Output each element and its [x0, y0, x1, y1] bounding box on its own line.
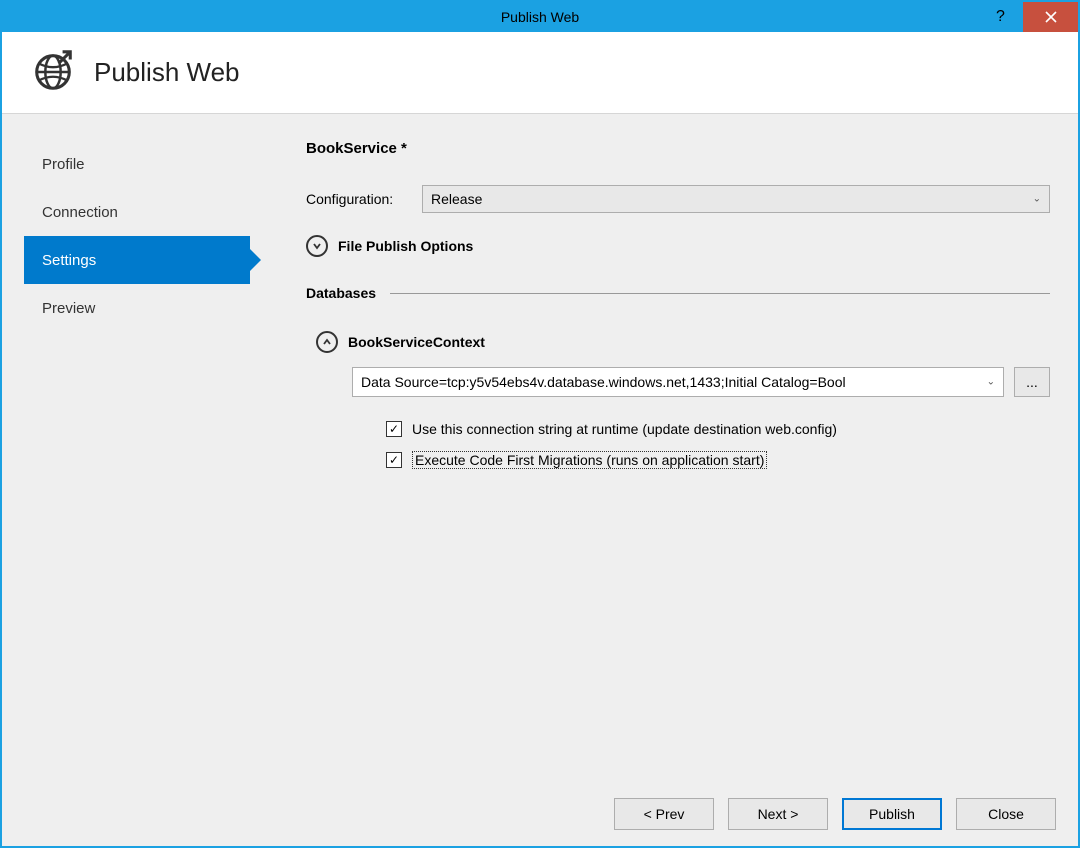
- use-conn-string-checkbox[interactable]: ✓: [386, 421, 402, 437]
- configuration-select[interactable]: Release ⌄: [422, 185, 1050, 213]
- prev-label: < Prev: [644, 806, 685, 822]
- execute-migrations-checkbox[interactable]: ✓: [386, 452, 402, 468]
- close-dialog-button[interactable]: Close: [956, 798, 1056, 830]
- configuration-value: Release: [431, 191, 482, 207]
- next-button[interactable]: Next >: [728, 798, 828, 830]
- chevron-up-icon: [316, 331, 338, 353]
- help-button[interactable]: ?: [978, 2, 1023, 32]
- titlebar: Publish Web ?: [2, 2, 1078, 32]
- execute-migrations-label: Execute Code First Migrations (runs on a…: [412, 451, 767, 469]
- use-conn-string-row: ✓ Use this connection string at runtime …: [316, 421, 1050, 437]
- sidebar-item-connection[interactable]: Connection: [24, 188, 236, 236]
- chevron-down-icon: ⌄: [987, 377, 995, 388]
- sidebar-item-preview[interactable]: Preview: [24, 284, 236, 332]
- sidebar-item-profile[interactable]: Profile: [24, 140, 236, 188]
- db-context-expander[interactable]: BookServiceContext: [316, 331, 1050, 353]
- publish-label: Publish: [869, 806, 915, 822]
- configuration-row: Configuration: Release ⌄: [306, 185, 1050, 213]
- sidebar-item-label: Connection: [42, 204, 118, 221]
- close-button[interactable]: [1023, 2, 1078, 32]
- ellipsis-icon: ...: [1026, 374, 1038, 390]
- dialog-body: Profile Connection Settings Preview Book…: [2, 114, 1078, 782]
- window-title: Publish Web: [501, 9, 579, 25]
- prev-button[interactable]: < Prev: [614, 798, 714, 830]
- execute-migrations-row: ✓ Execute Code First Migrations (runs on…: [316, 451, 1050, 469]
- databases-section-header: Databases: [306, 285, 1050, 301]
- configuration-label: Configuration:: [306, 191, 410, 207]
- next-label: Next >: [758, 806, 799, 822]
- header: Publish Web: [2, 32, 1078, 114]
- connection-string-row: Data Source=tcp:y5v54ebs4v.database.wind…: [316, 367, 1050, 397]
- use-conn-string-label: Use this connection string at runtime (u…: [412, 421, 837, 437]
- footer: < Prev Next > Publish Close: [2, 782, 1078, 846]
- sidebar-item-settings[interactable]: Settings: [24, 236, 250, 284]
- divider: [390, 293, 1050, 294]
- main-panel: BookService * Configuration: Release ⌄ F…: [236, 114, 1078, 782]
- chevron-down-icon: ⌄: [1033, 194, 1041, 205]
- globe-upload-icon: [30, 48, 76, 97]
- wizard-sidebar: Profile Connection Settings Preview: [2, 114, 236, 782]
- publish-web-dialog: Publish Web ? Publish Web Profile: [0, 0, 1080, 848]
- db-context-label: BookServiceContext: [348, 334, 485, 350]
- databases-title: Databases: [306, 285, 376, 301]
- connection-string-value: Data Source=tcp:y5v54ebs4v.database.wind…: [361, 374, 846, 390]
- titlebar-buttons: ?: [978, 2, 1078, 32]
- sidebar-item-label: Preview: [42, 300, 95, 317]
- file-publish-options-expander[interactable]: File Publish Options: [306, 235, 1050, 257]
- profile-name: BookService *: [306, 140, 1050, 157]
- publish-button[interactable]: Publish: [842, 798, 942, 830]
- file-publish-options-label: File Publish Options: [338, 238, 473, 254]
- sidebar-item-label: Settings: [42, 252, 96, 269]
- database-context-block: BookServiceContext Data Source=tcp:y5v54…: [306, 331, 1050, 483]
- close-icon: [1045, 11, 1057, 23]
- connection-string-combo[interactable]: Data Source=tcp:y5v54ebs4v.database.wind…: [352, 367, 1004, 397]
- header-title: Publish Web: [94, 57, 240, 88]
- chevron-down-icon: [306, 235, 328, 257]
- sidebar-item-label: Profile: [42, 156, 85, 173]
- close-label: Close: [988, 806, 1024, 822]
- connection-string-browse-button[interactable]: ...: [1014, 367, 1050, 397]
